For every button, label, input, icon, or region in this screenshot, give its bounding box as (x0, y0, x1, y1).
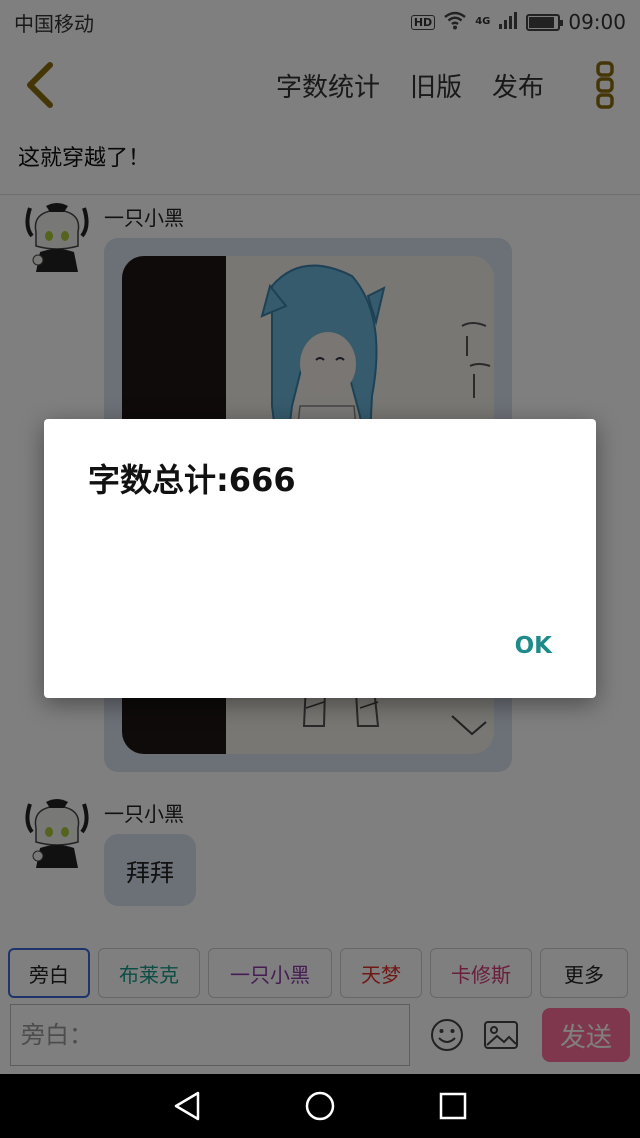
dialog-message: 字数总计:666 (88, 461, 296, 499)
nav-back-button[interactable] (157, 1076, 217, 1136)
nav-home-button[interactable] (290, 1076, 350, 1136)
square-recents-icon (440, 1092, 467, 1120)
triangle-back-icon (174, 1091, 199, 1121)
nav-recents-button[interactable] (423, 1076, 483, 1136)
word-count-dialog: 字数总计:666 OK (44, 419, 596, 698)
system-navigation-bar (0, 1074, 640, 1138)
dialog-ok-button[interactable]: OK (515, 633, 552, 659)
circle-home-icon (305, 1091, 335, 1121)
